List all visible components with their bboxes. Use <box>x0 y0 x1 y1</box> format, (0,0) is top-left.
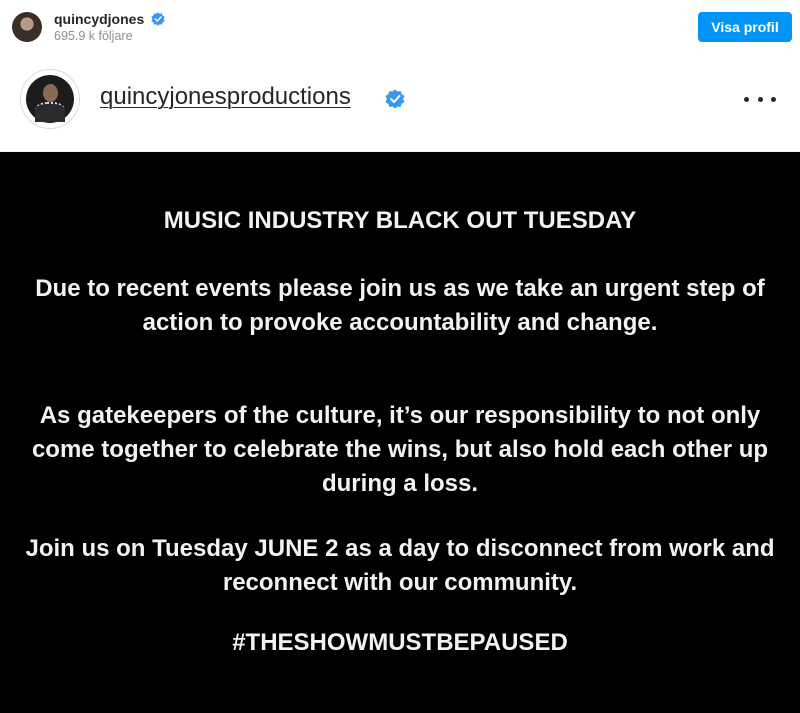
post-header: quincyjonesproductions <box>0 56 800 151</box>
post-author-avatar[interactable] <box>20 69 80 129</box>
avatar-face <box>43 84 58 102</box>
verified-badge-icon <box>151 12 165 26</box>
post-image[interactable]: MUSIC INDUSTRY BLACK OUT TUESDAY Due to … <box>0 151 800 713</box>
profile-avatar[interactable] <box>12 12 42 42</box>
verified-badge-icon <box>385 89 405 109</box>
more-options-icon[interactable] <box>744 92 776 106</box>
dot <box>757 96 763 102</box>
dot <box>771 96 776 102</box>
image-heading: MUSIC INDUSTRY BLACK OUT TUESDAY <box>163 207 637 234</box>
image-paragraph-2: As gatekeepers of the culture, it’s our … <box>31 402 769 497</box>
avatar-photo <box>26 75 74 123</box>
image-hashtag: #THESHOWMUSTBEPAUSED <box>232 629 568 656</box>
view-profile-button[interactable]: Visa profil <box>698 12 792 42</box>
image-paragraph-3: Join us on Tuesday JUNE 2 as a day to di… <box>25 535 775 596</box>
avatar-shirt <box>35 102 65 122</box>
embed-top-bar: quincydjones 695.9 k följare Visa profil <box>0 0 800 56</box>
profile-username[interactable]: quincydjones <box>54 11 144 27</box>
post-author-username[interactable]: quincyjonesproductions <box>100 83 351 111</box>
follower-count: 695.9 k följare <box>54 29 133 43</box>
dot <box>744 96 749 102</box>
image-paragraph-1: Due to recent events please join us as w… <box>35 275 765 336</box>
